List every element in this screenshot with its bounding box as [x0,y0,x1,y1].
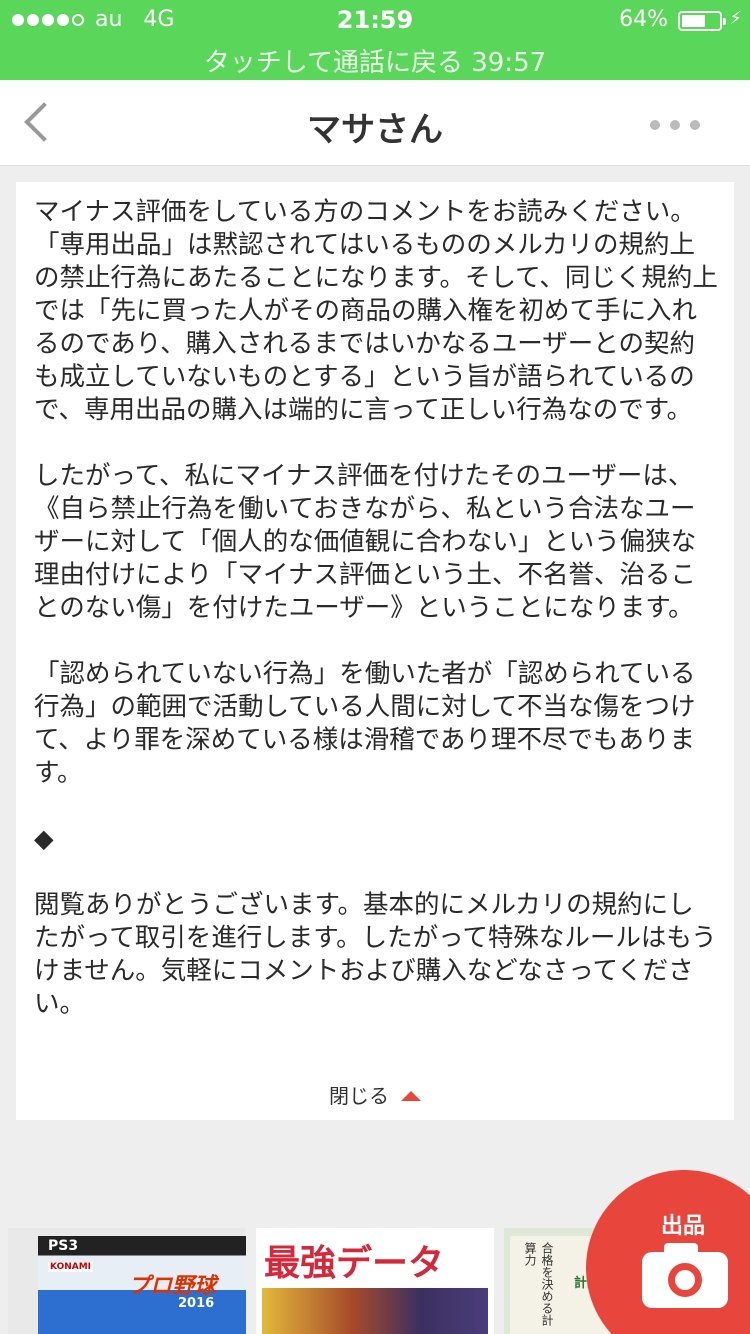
status-bar: au 4G 21:59 64% ⚡ タッチして通話に戻る 39:57 [0,0,750,80]
triangle-up-icon [401,1090,421,1101]
game-year: 2016 [178,1296,215,1311]
more-dots-icon[interactable] [650,120,700,130]
return-to-call-banner[interactable]: タッチして通話に戻る 39:57 [0,42,750,79]
close-label: 閉じる [329,1084,389,1108]
close-button[interactable]: 閉じる [16,1080,734,1109]
page-title: マサさん [307,110,443,150]
sell-label: 出品 [661,1214,706,1239]
sell-button[interactable]: 出品 [586,1170,750,1334]
publisher-logo: KONAMI [48,1262,94,1272]
book-title: 最強データ [264,1242,445,1284]
book-title: 合格を決める計算力 [523,1242,554,1326]
battery-icon [678,11,726,31]
book-cover-art [262,1288,488,1334]
description-text: マイナス評価をしている方のコメントをお読みください。「専用出品」は黙認されてはい… [34,197,718,1019]
item-thumbnail[interactable]: 最強データ [256,1228,494,1334]
ps3-logo: PS3 [48,1238,79,1254]
battery-percent: 64% [619,7,668,32]
nav-bar: マサさん [0,80,750,166]
bolt-icon: ⚡ [729,8,742,29]
item-thumbnail[interactable]: PS3 KONAMI プロ野球 2016 [8,1228,246,1334]
status-top: au 4G 21:59 64% ⚡ [0,0,750,40]
description-card: マイナス評価をしている方のコメントをお読みください。「専用出品」は黙認されてはい… [16,182,734,1120]
camera-icon [642,1243,728,1308]
